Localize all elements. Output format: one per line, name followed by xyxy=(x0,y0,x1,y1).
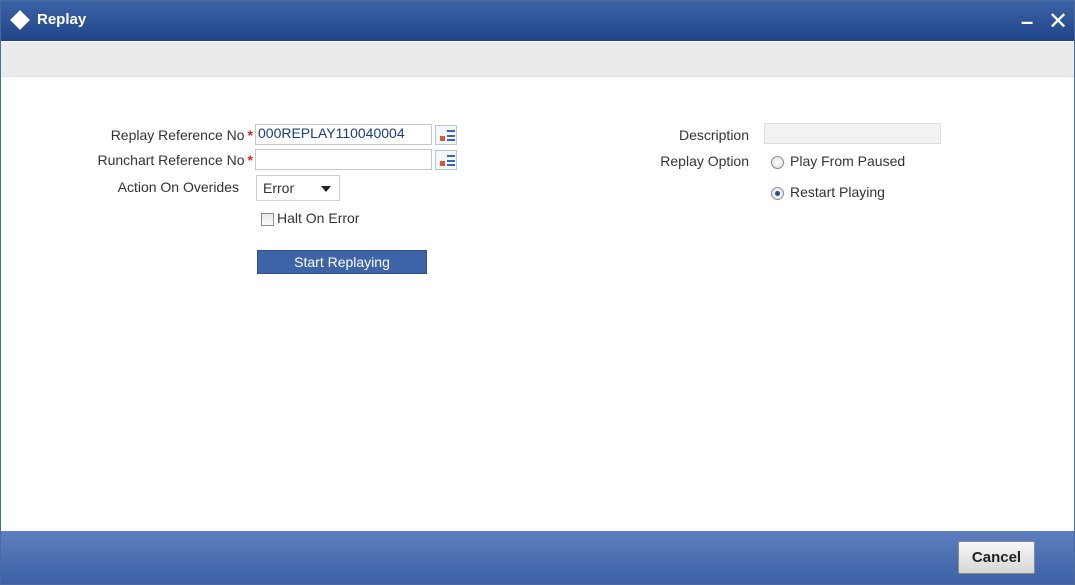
replay-ref-input[interactable]: 000REPLAY110040004 xyxy=(255,124,432,145)
start-replaying-button[interactable]: Start Replaying xyxy=(257,250,427,274)
restart-playing-label: Restart Playing xyxy=(790,184,885,200)
footer-bar: Cancel xyxy=(1,531,1074,584)
lov-red-mark xyxy=(440,136,445,141)
runchart-ref-label-text: Runchart Reference No xyxy=(97,152,245,168)
restart-playing-radio[interactable] xyxy=(771,187,784,200)
lov-red-mark xyxy=(440,161,445,166)
runchart-ref-label: Runchart Reference No * xyxy=(51,152,253,168)
runchart-ref-input[interactable] xyxy=(255,149,432,170)
description-input[interactable] xyxy=(764,123,941,144)
halt-on-error-checkbox[interactable] xyxy=(261,213,274,226)
halt-on-error-label: Halt On Error xyxy=(277,210,360,226)
replay-ref-label: Replay Reference No * xyxy=(65,127,253,143)
play-from-paused-radio[interactable] xyxy=(771,156,784,169)
runchart-ref-lov-icon[interactable] xyxy=(435,150,457,170)
replay-ref-label-text: Replay Reference No xyxy=(110,127,245,143)
close-icon[interactable]: ✕ xyxy=(1048,7,1068,36)
action-on-overrides-label: Action On Overides xyxy=(117,179,239,195)
replay-window: Replay – ✕ Replay Reference No * 000REPLA… xyxy=(0,0,1075,585)
diamond-icon xyxy=(10,10,30,30)
toolbar-strip xyxy=(1,42,1074,77)
action-on-overrides-value: Error xyxy=(263,180,295,196)
action-on-overrides-select[interactable]: Error xyxy=(256,175,340,201)
chevron-down-icon xyxy=(321,186,331,192)
play-from-paused-label: Play From Paused xyxy=(790,153,906,169)
title-bar: Replay – ✕ xyxy=(1,1,1074,41)
lov-lines xyxy=(447,130,455,141)
lov-lines xyxy=(447,155,455,166)
description-label: Description xyxy=(678,127,749,143)
required-marker: * xyxy=(247,127,253,143)
window-title: Replay xyxy=(37,11,87,28)
cancel-button[interactable]: Cancel xyxy=(958,541,1035,574)
required-marker: * xyxy=(247,152,253,168)
replay-option-label: Replay Option xyxy=(660,153,749,169)
replay-ref-lov-icon[interactable] xyxy=(435,125,457,145)
minimize-button[interactable]: – xyxy=(1021,9,1033,35)
